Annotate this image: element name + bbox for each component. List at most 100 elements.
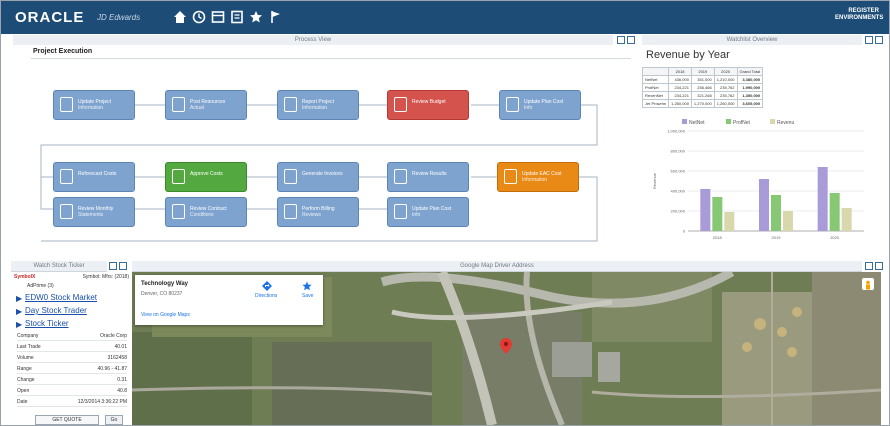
edit-icon — [172, 169, 185, 184]
save-label[interactable]: Save — [302, 293, 313, 299]
y-tick-label: 400,000 — [671, 189, 686, 194]
process-node-n10[interactable]: Update EAC Cost Information — [497, 162, 579, 192]
app-window: ORACLE JD Edwards REGISTER ENVIRONMENTS … — [0, 0, 890, 426]
y-tick-label: 800,000 — [671, 149, 686, 154]
stock-field-value: 12/3/2014 3:36:22 PM — [77, 399, 127, 405]
x-tick-label: 2018 — [713, 235, 723, 240]
stock-field-label: Change — [17, 377, 35, 383]
recent-icon[interactable] — [192, 10, 206, 24]
navigator-icon[interactable] — [211, 10, 225, 24]
stock-link-market[interactable]: EDW0 Stock Market — [25, 293, 97, 302]
table-cell: 351,000 — [690, 75, 715, 84]
revenue-pane: Revenue by Year 2018 2019 2020 Grand Total … — [641, 45, 882, 259]
stock-link-ticker[interactable]: Stock Ticker — [25, 319, 69, 328]
stock-detail-row: Change 0.31 — [17, 376, 127, 385]
product-name: JD Edwards — [97, 13, 141, 22]
user-menu[interactable]: REGISTER ENVIRONMENTS — [835, 8, 884, 22]
revenue-table-header: 2018 2019 2020 Grand Total — [641, 67, 764, 76]
home-icon[interactable] — [173, 10, 187, 24]
node-subtitle: Information — [78, 105, 104, 111]
process-node-n14[interactable]: Update Plan Cost Info — [387, 197, 469, 227]
pane-maximize-button[interactable] — [875, 262, 883, 270]
process-node-n7[interactable]: Approve Costs — [165, 162, 247, 192]
process-node-n11[interactable]: Review Monthly Statements — [53, 197, 135, 227]
bar-profnet-2018 — [712, 197, 723, 231]
street-view-icon[interactable] — [862, 278, 874, 290]
map-pin-icon[interactable] — [500, 338, 512, 354]
flag-icon[interactable] — [269, 10, 283, 24]
process-node-label: Generate Invoices — [302, 171, 354, 177]
stock-field-label: Range — [17, 366, 32, 372]
stock-field-label: Last Trade — [17, 344, 41, 350]
edit-icon — [60, 204, 73, 219]
stock-field-value: 40.8 — [117, 388, 127, 394]
process-node-n9[interactable]: Review Results — [387, 162, 469, 192]
process-node-n6[interactable]: Reforecast Costs — [53, 162, 135, 192]
stock-field-value: 40.96 - 41.87 — [97, 366, 127, 372]
get-quote-input[interactable]: GET QUOTE — [35, 415, 99, 425]
table-cell: 1,210,000 — [713, 75, 738, 84]
pane-restore-button[interactable] — [865, 36, 873, 44]
pane-maximize-button[interactable] — [119, 262, 127, 270]
stock-field-label: Date — [17, 399, 28, 405]
process-node-n1[interactable]: Update Project Information — [53, 90, 135, 120]
table-cell: 235,762 — [713, 83, 738, 92]
process-node-n13[interactable]: Perform Billing Reviews — [277, 197, 359, 227]
pane-restore-button[interactable] — [865, 262, 873, 270]
y-tick-label: 0 — [683, 229, 686, 234]
node-title: Approve Costs — [190, 171, 223, 177]
process-node-n2[interactable]: Post Resources Actual — [165, 90, 247, 120]
y-axis-label: Revenue — [652, 172, 657, 189]
pane-restore-button[interactable] — [617, 36, 625, 44]
stock-link-trader[interactable]: Day Stock Trader — [25, 306, 87, 315]
x-tick-label: 2020 — [830, 235, 840, 240]
stock-pane-header: Watch Stock Ticker — [11, 261, 107, 272]
stock-field-value: 0.31 — [117, 377, 127, 383]
node-subtitle: Information — [522, 177, 548, 183]
process-node-label: Report Project Information — [302, 99, 354, 111]
bar-netnet-2019 — [759, 179, 769, 231]
legend-swatch — [682, 119, 687, 124]
directions-label[interactable]: Directions — [255, 293, 277, 299]
stock-field-value: 40.01 — [114, 344, 127, 350]
process-node-n5[interactable]: Update Plan Cost Info — [499, 90, 581, 120]
process-node-n12[interactable]: Review Contract Conditions — [165, 197, 247, 227]
bar-profnet-2020 — [829, 193, 840, 231]
edit-icon — [394, 97, 407, 112]
favorites-icon[interactable] — [249, 10, 263, 24]
table-row: Jet Prowrim 1,260,000 1,270,000 1,260,000 3,… — [641, 99, 764, 108]
user-line-2: ENVIRONMENTS — [835, 15, 884, 21]
directions-icon[interactable] — [262, 281, 272, 291]
node-subtitle: Actual — [190, 105, 204, 111]
stock-detail-row: Range 40.96 - 41.87 — [17, 365, 127, 374]
table-cell: 1,990,000 — [736, 83, 764, 92]
pane-maximize-button[interactable] — [627, 36, 635, 44]
link-bullet-icon: ▶ — [16, 294, 23, 303]
table-cell: 256,466 — [690, 83, 715, 92]
y-tick-label: 1,000,000 — [667, 129, 686, 134]
process-node-n3[interactable]: Report Project Information — [277, 90, 359, 120]
node-subtitle: Info — [412, 212, 421, 218]
process-node-n8[interactable]: Generate Invoices — [277, 162, 359, 192]
go-button[interactable]: Go — [105, 415, 123, 425]
process-node-label: Review Results — [412, 171, 464, 177]
node-title: Generate Invoices — [302, 171, 343, 177]
stock-detail-row: Company Oracle Corp — [17, 332, 127, 341]
process-node-label: Reforecast Costs — [78, 171, 130, 177]
edit-icon — [172, 97, 185, 112]
pane-restore-button[interactable] — [109, 262, 117, 270]
table-column-header: 2019 — [690, 67, 715, 76]
stock-header-meta: Symbol: Mfrs: (2018) — [82, 274, 129, 280]
table-row: ProfNet 234,221 256,466 235,762 1,990,000 — [641, 83, 764, 92]
table-cell: 234,221 — [668, 91, 692, 100]
save-star-icon[interactable] — [302, 281, 312, 291]
stock-field-value: Oracle Corp — [100, 333, 127, 339]
process-node-n4[interactable]: Review Budget — [387, 90, 469, 120]
edit-icon — [60, 169, 73, 184]
view-on-map-link[interactable]: View on Google Maps — [141, 312, 190, 318]
tasks-icon[interactable] — [230, 10, 244, 24]
legend-label: NetNet — [689, 120, 705, 126]
pane-maximize-button[interactable] — [875, 36, 883, 44]
stock-field-label: Company — [17, 333, 39, 339]
stock-detail-row: Date 12/3/2014 3:36:22 PM — [17, 398, 127, 407]
